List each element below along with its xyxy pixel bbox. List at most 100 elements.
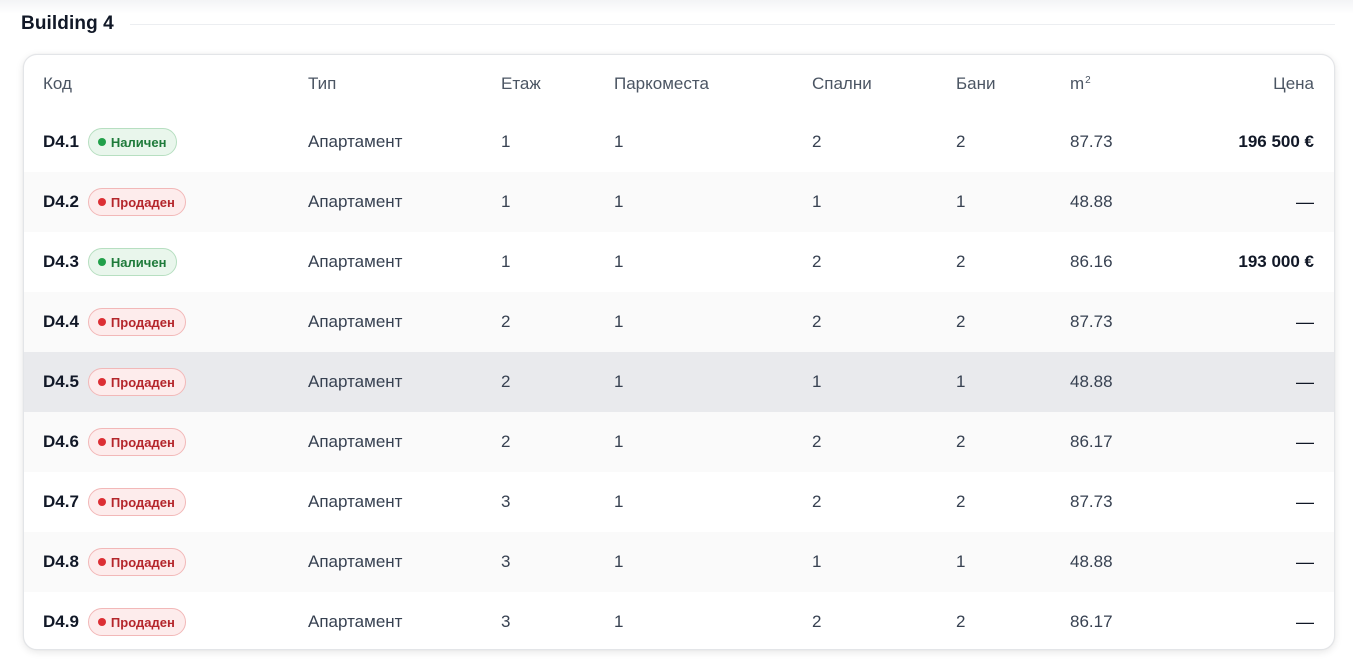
- table-row[interactable]: D4.3 Наличен Апартамент 1 1 2 2 86.16 193 000 €: [24, 232, 1334, 292]
- unit-price: —: [1296, 472, 1314, 532]
- unit-price-value: —: [1296, 191, 1314, 212]
- status-badge: Наличен: [87, 128, 178, 156]
- unit-code[interactable]: D4.5: [43, 372, 79, 392]
- table-row[interactable]: D4.7 Продаден Апартамент 3 1 2 2 87.73 —: [24, 472, 1334, 532]
- section-title: Building 4: [21, 13, 114, 34]
- unit-code-cell: D4.9 Продаден: [43, 592, 186, 649]
- unit-area: 48.88: [1070, 372, 1113, 391]
- unit-area: 48.88: [1070, 552, 1113, 571]
- unit-parking: 1: [614, 192, 624, 211]
- unit-code[interactable]: D4.4: [43, 312, 79, 332]
- unit-bedrooms: 1: [812, 372, 822, 391]
- unit-price-value: —: [1296, 311, 1314, 332]
- unit-type: Апартамент: [308, 432, 403, 451]
- unit-parking: 1: [614, 552, 624, 571]
- unit-floor: 2: [501, 432, 511, 451]
- header-type[interactable]: Тип: [308, 55, 336, 112]
- unit-type: Апартамент: [308, 252, 403, 271]
- table-row[interactable]: D4.5 Продаден Апартамент 2 1 1 1 48.88 —: [24, 352, 1334, 412]
- unit-type: Апартамент: [308, 192, 403, 211]
- unit-area: 86.16: [1070, 252, 1113, 271]
- header-area-exponent: 2: [1085, 75, 1091, 86]
- unit-floor: 1: [501, 192, 511, 211]
- table-header-row: Код Тип Етаж Паркоместа Спални Бани m2 Ц…: [24, 55, 1334, 112]
- unit-type: Апартамент: [308, 312, 403, 331]
- unit-parking: 1: [614, 372, 624, 391]
- unit-bedrooms: 2: [812, 432, 822, 451]
- table-row[interactable]: D4.8 Продаден Апартамент 3 1 1 1 48.88 —: [24, 532, 1334, 592]
- unit-bathrooms: 1: [956, 372, 966, 391]
- status-badge: Продаден: [87, 548, 186, 576]
- unit-code[interactable]: D4.1: [43, 132, 79, 152]
- header-floor[interactable]: Етаж: [501, 55, 541, 112]
- unit-code-cell: D4.3 Наличен: [43, 232, 178, 292]
- unit-bedrooms: 1: [812, 192, 822, 211]
- unit-type: Апартамент: [308, 492, 403, 511]
- header-bathrooms[interactable]: Бани: [956, 55, 996, 112]
- page: Building 4 Код Тип Етаж Паркоместа Спалн…: [0, 0, 1353, 667]
- header-area-unit: m: [1070, 73, 1085, 93]
- unit-price: —: [1296, 592, 1314, 649]
- header-price[interactable]: Цена: [1273, 55, 1314, 112]
- table-row[interactable]: D4.1 Наличен Апартамент 1 1 2 2 87.73 196 500 €: [24, 112, 1334, 172]
- header-parking[interactable]: Паркоместа: [614, 55, 709, 112]
- unit-code-cell: D4.4 Продаден: [43, 292, 186, 352]
- unit-bedrooms: 1: [812, 552, 822, 571]
- unit-code[interactable]: D4.6: [43, 432, 79, 452]
- unit-code-cell: D4.5 Продаден: [43, 352, 186, 412]
- unit-bedrooms: 2: [812, 132, 822, 151]
- unit-code[interactable]: D4.2: [43, 192, 79, 212]
- status-badge: Продаден: [87, 368, 186, 396]
- unit-code[interactable]: D4.3: [43, 252, 79, 272]
- unit-floor: 3: [501, 612, 511, 631]
- unit-area: 87.73: [1070, 312, 1113, 331]
- unit-bedrooms: 2: [812, 492, 822, 511]
- unit-area: 86.17: [1070, 432, 1113, 451]
- table-row[interactable]: D4.9 Продаден Апартамент 3 1 2 2 86.17 —: [24, 592, 1334, 649]
- status-badge: Продаден: [87, 308, 186, 336]
- table-row[interactable]: D4.2 Продаден Апартамент 1 1 1 1 48.88 —: [24, 172, 1334, 232]
- table-body: D4.1 Наличен Апартамент 1 1 2 2 87.73 196 500 € D…: [24, 112, 1334, 649]
- unit-area: 48.88: [1070, 192, 1113, 211]
- units-table: Код Тип Етаж Паркоместа Спални Бани m2 Ц…: [23, 54, 1335, 650]
- unit-code[interactable]: D4.8: [43, 552, 79, 572]
- table-row[interactable]: D4.6 Продаден Апартамент 2 1 2 2 86.17 —: [24, 412, 1334, 472]
- unit-bathrooms: 2: [956, 132, 966, 151]
- unit-price-value: —: [1296, 551, 1314, 572]
- unit-parking: 1: [614, 492, 624, 511]
- unit-bathrooms: 1: [956, 552, 966, 571]
- status-dot-icon: [97, 438, 106, 446]
- unit-code-cell: D4.2 Продаден: [43, 172, 186, 232]
- unit-floor: 3: [501, 552, 511, 571]
- status-dot-icon: [97, 498, 106, 506]
- unit-bathrooms: 2: [956, 612, 966, 631]
- header-code[interactable]: Код: [43, 55, 72, 112]
- unit-parking: 1: [614, 612, 624, 631]
- status-dot-icon: [97, 618, 106, 626]
- unit-price-value: —: [1296, 431, 1314, 452]
- unit-bedrooms: 2: [812, 252, 822, 271]
- unit-code-cell: D4.7 Продаден: [43, 472, 186, 532]
- status-label: Наличен: [110, 134, 167, 150]
- unit-area: 87.73: [1070, 492, 1113, 511]
- unit-price-value: 196 500 €: [1238, 132, 1314, 151]
- unit-price: —: [1296, 172, 1314, 232]
- header-area[interactable]: m2: [1070, 55, 1091, 112]
- unit-parking: 1: [614, 252, 624, 271]
- unit-type: Апартамент: [308, 372, 403, 391]
- unit-floor: 1: [501, 252, 511, 271]
- unit-code[interactable]: D4.9: [43, 612, 79, 632]
- status-badge: Продаден: [87, 188, 186, 216]
- unit-code[interactable]: D4.7: [43, 492, 79, 512]
- status-badge: Наличен: [87, 248, 178, 276]
- status-label: Продаден: [110, 554, 175, 570]
- section-divider: [129, 23, 1335, 25]
- unit-area: 86.17: [1070, 612, 1113, 631]
- unit-price-value: —: [1296, 371, 1314, 392]
- status-label: Продаден: [110, 194, 175, 210]
- header-bedrooms[interactable]: Спални: [812, 55, 872, 112]
- unit-bathrooms: 2: [956, 252, 966, 271]
- unit-bedrooms: 2: [812, 312, 822, 331]
- unit-bathrooms: 1: [956, 192, 966, 211]
- table-row[interactable]: D4.4 Продаден Апартамент 2 1 2 2 87.73 —: [24, 292, 1334, 352]
